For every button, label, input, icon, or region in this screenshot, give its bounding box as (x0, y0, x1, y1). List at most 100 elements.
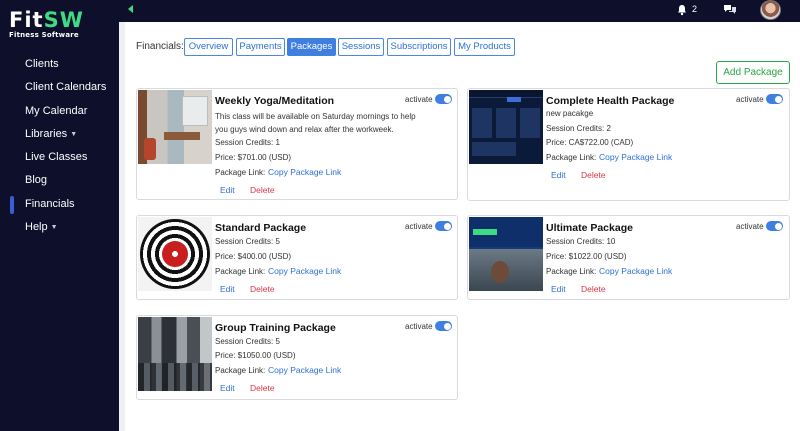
package-image (138, 317, 212, 391)
bell-icon[interactable] (676, 4, 688, 16)
package-link-label: Package Link: (215, 168, 266, 177)
sidebar-item-clients[interactable]: Clients (0, 53, 119, 76)
sidebar-item-live-classes[interactable]: Live Classes (0, 146, 119, 169)
sidebar-item-label: Blog (25, 174, 48, 187)
activate-label: activate (736, 95, 764, 104)
package-link-label: Package Link: (215, 366, 266, 375)
sidebar: FitSW Fitness Software Clients Client Ca… (0, 0, 119, 431)
sidebar-nav: Clients Client Calendars My Calendar Lib… (0, 53, 119, 239)
package-link-label: Package Link: (546, 267, 597, 276)
fitsw-logo[interactable]: FitSW Fitness Software (9, 9, 89, 41)
delete-link[interactable]: Delete (250, 383, 275, 393)
sidebar-item-my-calendar[interactable]: My Calendar (0, 100, 119, 123)
package-title: Weekly Yoga/Meditation (215, 95, 335, 107)
sidebar-item-label: My Calendar (25, 104, 88, 117)
copy-package-link[interactable]: Copy Package Link (599, 266, 672, 276)
tab-sessions[interactable]: Sessions (338, 38, 384, 56)
copy-package-link[interactable]: Copy Package Link (268, 266, 341, 276)
session-credits: Session Credits: 1 (215, 138, 280, 147)
sidebar-item-label: Financials (25, 197, 75, 210)
delete-link[interactable]: Delete (581, 284, 606, 294)
collapse-sidebar-icon[interactable] (128, 5, 133, 13)
package-title: Standard Package (215, 222, 307, 234)
add-package-button[interactable]: Add Package (716, 61, 790, 84)
caret-down-icon: ▼ (50, 224, 58, 232)
tab-packages[interactable]: Packages (287, 38, 336, 56)
package-card-complete-health: Complete Health Package activate new pac… (467, 88, 790, 201)
sidebar-item-help[interactable]: Help ▼ (0, 216, 119, 239)
session-credits: Session Credits: 5 (215, 237, 280, 246)
delete-link[interactable]: Delete (581, 170, 606, 180)
package-description: This class will be available on Saturday… (215, 112, 416, 134)
package-price: Price: CA$722.00 (CAD) (546, 138, 634, 147)
activate-label: activate (405, 322, 433, 331)
tab-label: Sessions (341, 41, 381, 52)
package-link-label: Package Link: (546, 153, 597, 162)
sidebar-item-libraries[interactable]: Libraries ▼ (0, 123, 119, 146)
sidebar-item-label: Libraries (25, 127, 68, 140)
sidebar-item-financials[interactable]: Financials (0, 193, 119, 216)
activate-toggle[interactable] (766, 94, 783, 104)
avatar[interactable] (760, 0, 781, 20)
chat-icon[interactable] (723, 4, 737, 16)
package-card-ultimate: Ultimate Package activate Session Credit… (467, 215, 790, 300)
tab-label: Packages (290, 41, 333, 52)
package-price: Price: $400.00 (USD) (215, 252, 292, 261)
logo-wordmark: FitSW (9, 9, 89, 31)
copy-package-link[interactable]: Copy Package Link (268, 167, 341, 177)
session-credits: Session Credits: 5 (215, 337, 280, 346)
activate-toggle[interactable] (766, 221, 783, 231)
activate-label: activate (405, 222, 433, 231)
package-description: new pacakge (546, 109, 594, 118)
caret-down-icon: ▼ (70, 130, 78, 138)
delete-link[interactable]: Delete (250, 284, 275, 294)
logo-fit: Fit (9, 8, 44, 32)
edit-link[interactable]: Edit (220, 284, 235, 294)
edit-link[interactable]: Edit (220, 383, 235, 393)
sidebar-item-label: Live Classes (25, 151, 88, 164)
edit-link[interactable]: Edit (220, 185, 235, 195)
sidebar-item-label: Clients (25, 58, 59, 70)
package-title: Group Training Package (215, 322, 336, 334)
activate-label: activate (736, 222, 764, 231)
edit-link[interactable]: Edit (551, 284, 566, 294)
package-image (469, 90, 543, 164)
top-bar (119, 0, 800, 22)
package-image (138, 217, 212, 291)
package-card-standard: Standard Package activate Session Credit… (136, 215, 458, 300)
sidebar-item-client-calendars[interactable]: Client Calendars (0, 76, 119, 99)
edit-link[interactable]: Edit (551, 170, 566, 180)
tab-label: My Products (458, 41, 511, 52)
package-card-weekly-yoga: Weekly Yoga/Meditation activate This cla… (136, 88, 458, 200)
activate-label: activate (405, 95, 433, 104)
copy-package-link[interactable]: Copy Package Link (599, 152, 672, 162)
notification-count: 2 (692, 4, 698, 14)
copy-package-link[interactable]: Copy Package Link (268, 365, 341, 375)
financials-label: Financials: (136, 41, 184, 52)
session-credits: Session Credits: 10 (546, 237, 616, 246)
package-price: Price: $1050.00 (USD) (215, 351, 296, 360)
delete-link[interactable]: Delete (250, 185, 275, 195)
activate-toggle[interactable] (435, 321, 452, 331)
session-credits: Session Credits: 2 (546, 124, 611, 133)
tab-payments[interactable]: Payments (236, 38, 285, 56)
sidebar-item-label: Client Calendars (25, 81, 107, 94)
sidebar-item-label: Help (25, 221, 48, 234)
package-title: Ultimate Package (546, 222, 633, 234)
tab-subscriptions[interactable]: Subscriptions (387, 38, 451, 56)
package-price: Price: $1022.00 (USD) (546, 252, 627, 261)
package-link-label: Package Link: (215, 267, 266, 276)
tab-my-products[interactable]: My Products (454, 38, 515, 56)
package-image (469, 217, 543, 291)
package-title: Complete Health Package (546, 95, 675, 107)
logo-sw: SW (43, 8, 84, 32)
activate-toggle[interactable] (435, 221, 452, 231)
activate-toggle[interactable] (435, 94, 452, 104)
package-image (138, 90, 212, 164)
tab-overview[interactable]: Overview (184, 38, 233, 56)
logo-tagline: Fitness Software (9, 31, 79, 39)
sidebar-item-blog[interactable]: Blog (0, 169, 119, 192)
active-indicator (10, 195, 14, 214)
package-card-group-training: Group Training Package activate Session … (136, 315, 458, 400)
package-price: Price: $701.00 (USD) (215, 153, 292, 162)
